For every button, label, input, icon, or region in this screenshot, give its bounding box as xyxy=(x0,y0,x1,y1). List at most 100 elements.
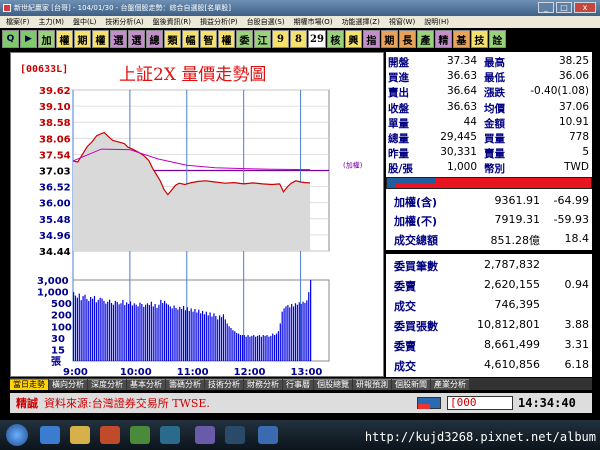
volume-bar xyxy=(262,335,264,361)
tab-10[interactable]: 個股新聞 xyxy=(392,378,430,390)
volume-bar xyxy=(258,335,261,361)
toolbar-button[interactable]: 產 xyxy=(416,30,434,48)
app-taskbar-icon[interactable] xyxy=(130,426,150,444)
volume-bar xyxy=(213,313,215,361)
price-tick-label: 39.10 xyxy=(39,102,71,113)
volume-bar xyxy=(239,335,242,361)
menu-item[interactable]: 功能選擇(Z) xyxy=(342,17,380,27)
tab-4[interactable]: 籌碼分析 xyxy=(166,378,204,390)
toolbar-button[interactable]: 期 xyxy=(74,30,91,48)
stock-input[interactable]: [000 xyxy=(447,396,513,410)
menu-item[interactable]: 盤後資訊(R) xyxy=(153,17,191,27)
chart-app-icon[interactable] xyxy=(160,426,180,444)
menu-item[interactable]: 期權市場(O) xyxy=(294,17,333,27)
start-orb-icon[interactable] xyxy=(6,424,28,446)
toolbar-button[interactable]: 智 xyxy=(200,30,217,48)
media-icon[interactable] xyxy=(100,426,120,444)
close-button[interactable]: x xyxy=(574,2,596,13)
price-tick-label: 37.54 xyxy=(39,150,71,161)
toolbar-button[interactable]: 技 xyxy=(470,30,488,48)
tab-11[interactable]: 產業分析 xyxy=(431,378,469,390)
quote-row: 總量 29,445 買量 778 xyxy=(386,131,592,146)
menu-item[interactable]: 技術分析(A) xyxy=(105,17,143,27)
volume-bar xyxy=(95,302,97,361)
network-icon[interactable] xyxy=(195,426,215,444)
quote-label: 漲跌 xyxy=(484,87,505,100)
quote-value: 44 xyxy=(463,115,477,128)
index-value: 18.4 xyxy=(564,232,590,245)
volume-bar xyxy=(82,296,84,361)
toolbar-button[interactable]: 權 xyxy=(218,30,235,48)
menu-item[interactable]: 主力(M) xyxy=(39,17,65,27)
tab-3[interactable]: 基本分析 xyxy=(127,378,165,390)
tab-2[interactable]: 深度分析 xyxy=(88,378,126,390)
quote-value: 38.25 xyxy=(558,55,589,67)
toolbar-button[interactable]: ▶ xyxy=(20,30,37,48)
index-row: 加權(不) 7919.31 -59.93 xyxy=(386,211,592,230)
toolbar-button[interactable]: 總 xyxy=(146,30,163,48)
toolbar-button[interactable]: 江 xyxy=(254,30,271,48)
folder-icon[interactable] xyxy=(70,426,90,444)
volume-bar xyxy=(302,301,304,361)
toolbar-button[interactable]: 權 xyxy=(92,30,109,48)
index-row: 成交總額 851.28億 18.4 xyxy=(386,230,592,249)
toolbar-button[interactable]: 29 xyxy=(308,30,326,48)
toolbar-button[interactable]: 委 xyxy=(236,30,253,48)
price-tick-label: 36.52 xyxy=(39,183,71,194)
volume-bar xyxy=(84,294,86,361)
tab-7[interactable]: 行事曆 xyxy=(283,378,313,390)
menu-item[interactable]: 盤中(L) xyxy=(73,17,96,27)
volume-bar xyxy=(228,326,230,361)
toolbar-button[interactable]: 加 xyxy=(38,30,55,48)
minimize-button[interactable]: _ xyxy=(538,2,554,13)
toolbar-button[interactable]: 9 xyxy=(272,30,289,48)
toolbar-button[interactable]: Q xyxy=(2,30,19,48)
volume-tick-label: 30 xyxy=(51,334,65,345)
volume-bar xyxy=(177,309,179,361)
quote-row: 單量 44 金額 10.91 xyxy=(386,116,592,131)
tab-5[interactable]: 技術分析 xyxy=(205,378,243,390)
toolbar-button[interactable]: 長 xyxy=(398,30,416,48)
order-value: 10,812,801 xyxy=(477,318,540,331)
toolbar-button[interactable]: 權 xyxy=(56,30,73,48)
toolbar-button[interactable]: 核 xyxy=(326,30,344,48)
toolbar-button[interactable]: 詮 xyxy=(488,30,506,48)
toolbar-button[interactable]: 期 xyxy=(380,30,398,48)
toolbar-button[interactable]: 興 xyxy=(344,30,362,48)
trading-app-icon[interactable] xyxy=(225,426,245,444)
toolbar-button[interactable]: 選 xyxy=(128,30,145,48)
menu-item[interactable]: 檔案(F) xyxy=(6,17,30,27)
tab-6[interactable]: 財務分析 xyxy=(244,378,282,390)
maximize-button[interactable]: □ xyxy=(556,2,572,13)
price-tick-label: 38.06 xyxy=(39,134,71,145)
price-volume-chart[interactable]: 39.62 39.10 38.58 38.06 37.54 37.03 36.52 36.00… xyxy=(11,53,385,378)
toolbar-button[interactable]: 精 xyxy=(434,30,452,48)
volume-bar xyxy=(112,304,115,361)
tab-8[interactable]: 個股總覽 xyxy=(314,378,352,390)
tab-9[interactable]: 研報預測 xyxy=(353,378,391,390)
quote-label: 昨量 xyxy=(388,148,409,161)
browser-icon[interactable] xyxy=(40,426,60,444)
menu-item[interactable]: 損益分析(P) xyxy=(200,17,238,27)
chart-title: 上証2X 量價走勢圖 xyxy=(119,65,267,85)
quote-row: 昨量 30,331 賣量 5 xyxy=(386,146,592,161)
quote-label: 單量 xyxy=(388,117,409,130)
toolbar-button[interactable]: 類 xyxy=(164,30,181,48)
menu-item[interactable]: 說明(H) xyxy=(424,17,449,27)
menu-item[interactable]: 視窗(W) xyxy=(389,17,415,27)
quote-value: TWD xyxy=(564,161,589,174)
stock-app-icon[interactable] xyxy=(258,426,278,444)
volume-bar xyxy=(110,302,113,361)
toolbar-button[interactable]: 幅 xyxy=(182,30,199,48)
volume-bar xyxy=(209,312,211,361)
volume-bar xyxy=(173,305,175,361)
watermark-url: http://kujd3268.pixnet.net/album xyxy=(364,430,596,444)
tab-0[interactable]: 當日走勢 xyxy=(10,378,48,390)
index-label: 加權(不) xyxy=(394,215,438,228)
toolbar-button[interactable]: 指 xyxy=(362,30,380,48)
toolbar-button[interactable]: 基 xyxy=(452,30,470,48)
toolbar-button[interactable]: 選 xyxy=(110,30,127,48)
toolbar-button[interactable]: 8 xyxy=(290,30,307,48)
menu-item[interactable]: 台股自選(S) xyxy=(247,17,285,27)
tab-1[interactable]: 橫向分析 xyxy=(49,378,87,390)
